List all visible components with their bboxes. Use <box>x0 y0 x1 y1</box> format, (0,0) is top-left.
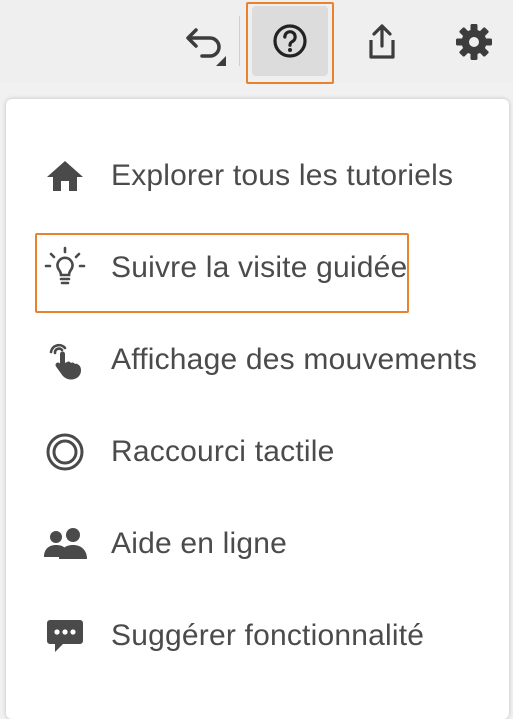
share-icon <box>362 22 402 62</box>
gear-icon <box>455 23 493 61</box>
menu-item-suggest-feature[interactable]: Suggérer fonctionnalité <box>6 596 509 676</box>
touch-shortcut-icon <box>42 429 88 475</box>
menu-item-gestures[interactable]: Affichage des mouvements <box>6 320 509 400</box>
menu-item-label: Aide en ligne <box>111 527 288 560</box>
home-icon <box>42 153 88 199</box>
menu-item-label: Raccourci tactile <box>111 435 335 468</box>
undo-button[interactable] <box>170 8 242 76</box>
menu-item-online-help[interactable]: Aide en ligne <box>6 504 509 584</box>
help-menu-panel: Explorer tous les tutoriels Suivre la vi… <box>6 99 509 719</box>
menu-item-guided-tour[interactable]: Suivre la visite guidée <box>6 228 509 308</box>
menu-item-label: Explorer tous les tutoriels <box>111 159 454 192</box>
menu-item-explore-tutorials[interactable]: Explorer tous les tutoriels <box>6 136 509 216</box>
settings-button[interactable] <box>438 8 510 76</box>
menu-item-touch-shortcut[interactable]: Raccourci tactile <box>6 412 509 492</box>
top-toolbar <box>0 0 513 84</box>
undo-dropdown-indicator[interactable] <box>216 56 226 66</box>
menu-item-label: Affichage des mouvements <box>111 343 478 376</box>
lightbulb-icon <box>42 245 88 291</box>
menu-item-label: Suggérer fonctionnalité <box>111 619 425 652</box>
share-button[interactable] <box>346 8 418 76</box>
users-icon <box>42 521 88 567</box>
menu-item-label: Suivre la visite guidée <box>111 251 408 284</box>
undo-icon <box>184 24 228 60</box>
help-button[interactable] <box>252 6 328 76</box>
help-circle-icon <box>270 21 310 61</box>
touch-gesture-icon <box>42 337 88 383</box>
chat-bubble-icon <box>42 613 88 659</box>
toolbar-divider <box>239 16 240 66</box>
